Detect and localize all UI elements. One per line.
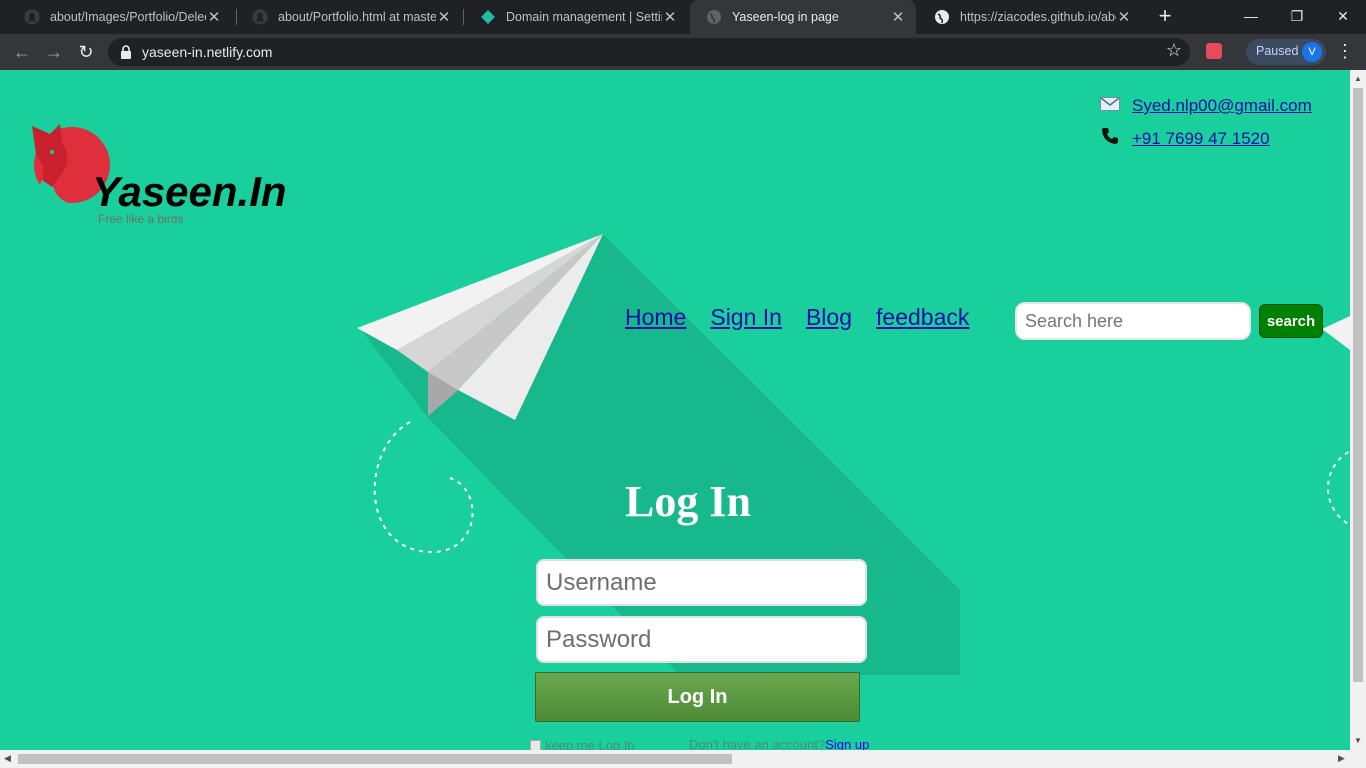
back-button[interactable]: ← [9,40,35,64]
horizontal-scroll-thumb[interactable] [18,754,732,764]
netlify-icon [480,9,496,25]
minimize-button[interactable]: — [1228,0,1274,34]
contact-phone: +91 7699 47 1520 [1100,126,1270,151]
scroll-up-icon[interactable]: ▲ [1354,74,1362,83]
profile-button[interactable]: Paused V [1246,39,1326,65]
reload-button[interactable]: ↻ [73,40,99,64]
tab-title: about/Images/Portfolio/Delect [50,10,206,24]
new-tab-button[interactable]: + [1152,4,1178,30]
phone-link[interactable]: +91 7699 47 1520 [1132,129,1270,149]
no-account-text: Don't have an account? [689,737,826,750]
profile-status: Paused [1256,44,1299,58]
nav-feedback[interactable]: feedback [876,304,969,331]
close-window-button[interactable]: ✕ [1320,0,1366,34]
brand-name[interactable]: Yaseen.In [92,168,287,216]
username-field[interactable] [536,559,867,606]
tab-yaseen-login[interactable]: Yaseen-log in page ✕ [690,0,916,34]
close-icon[interactable]: ✕ [662,8,678,26]
tab-ziacodes[interactable]: https://ziacodes.github.io/abo ✕ [918,0,1142,34]
contact-email: Syed.nlp00@gmail.com [1100,96,1312,116]
close-icon[interactable]: ✕ [436,8,452,26]
github-icon [252,9,268,25]
tab-title: Domain management | Setting [506,10,662,24]
vertical-scroll-thumb[interactable] [1353,88,1363,682]
tab-title: about/Portfolio.html at master [278,10,436,24]
login-button[interactable]: Log In [535,672,860,722]
main-nav: Home Sign In Blog feedback [625,304,993,331]
nav-blog[interactable]: Blog [806,304,852,331]
forward-button[interactable]: → [41,40,67,64]
scroll-right-icon[interactable]: ▶ [1338,753,1345,764]
globe-icon [706,9,722,25]
lock-icon [120,45,132,64]
remember-me[interactable]: keep me Log In [530,738,635,750]
url-text: yaseen-in.netlify.com [142,44,273,60]
signup-prompt: Don't have an account?Sign up [689,737,869,750]
horizontal-scrollbar[interactable]: ◀ ▶ [0,750,1366,768]
password-field[interactable] [536,616,867,663]
remember-label: keep me Log In [545,738,635,750]
email-link[interactable]: Syed.nlp00@gmail.com [1132,96,1312,116]
tab-title: Yaseen-log in page [732,10,839,24]
nav-home[interactable]: Home [625,304,686,331]
address-bar[interactable]: yaseen-in.netlify.com ☆ [108,38,1190,66]
search-button[interactable]: search [1259,304,1323,338]
github-icon [24,9,40,25]
extension-shield-icon[interactable] [1206,43,1222,59]
globe-icon [934,9,950,25]
vertical-scrollbar[interactable]: ▲ ▼ [1350,70,1366,750]
scroll-left-icon[interactable]: ◀ [4,753,11,764]
close-icon[interactable]: ✕ [890,8,906,26]
browser-toolbar: ← → ↻ yaseen-in.netlify.com ☆ [0,34,1366,70]
close-icon[interactable]: ✕ [206,8,222,26]
brand-tagline: Free like a birds [98,212,184,226]
phone-icon [1100,126,1120,151]
page-viewport: Yaseen.In Free like a birds Syed.nlp00@g… [0,70,1350,750]
tab-title: https://ziacodes.github.io/abo [960,10,1116,24]
close-icon[interactable]: ✕ [1116,8,1132,26]
tab-portfolio-html[interactable]: about/Portfolio.html at master ✕ [236,0,462,34]
signup-link[interactable]: Sign up [825,737,869,750]
search-input[interactable] [1015,302,1251,340]
tab-domain-management[interactable]: Domain management | Setting ✕ [464,0,688,34]
scroll-down-icon[interactable]: ▼ [1354,736,1362,745]
tab-strip: about/Images/Portfolio/Delect ✕ about/Po… [0,0,1366,34]
tab-portfolio-images[interactable]: about/Images/Portfolio/Delect ✕ [8,0,232,34]
restore-button[interactable]: ❐ [1274,0,1320,34]
mail-icon [1100,96,1120,116]
avatar: V [1302,42,1322,62]
bookmark-star-icon[interactable]: ☆ [1166,40,1182,61]
nav-sign-in[interactable]: Sign In [710,304,782,331]
remember-checkbox[interactable] [530,740,541,750]
login-title: Log In [625,477,751,526]
browser-menu-icon[interactable]: ⋮ [1336,41,1354,62]
